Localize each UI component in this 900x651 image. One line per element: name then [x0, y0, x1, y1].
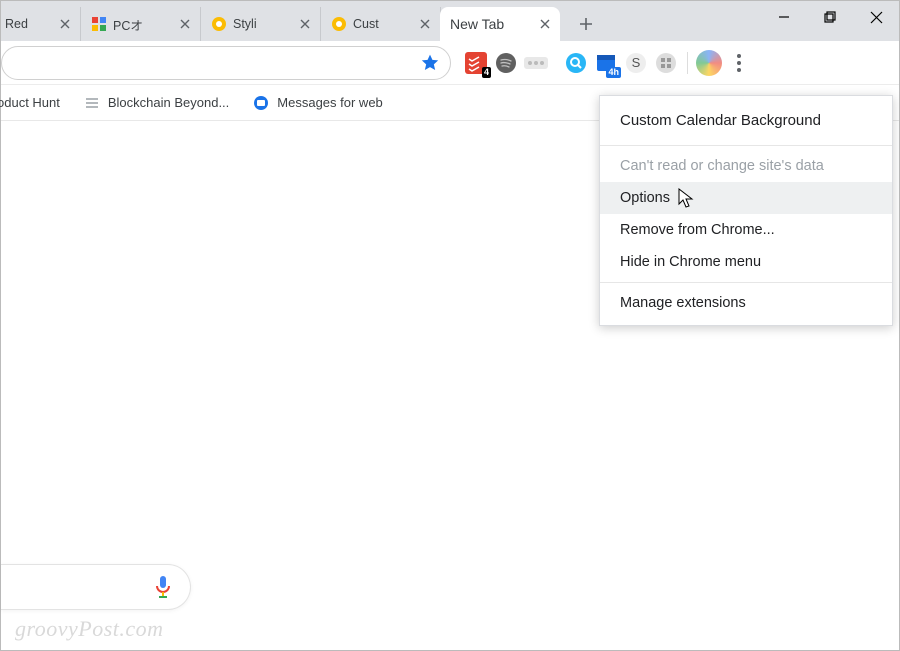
favicon-icon: [331, 16, 347, 32]
close-icon[interactable]: [538, 17, 552, 31]
menu-title: Custom Calendar Background: [600, 102, 892, 141]
menu-item-label: Options: [620, 190, 670, 206]
close-icon[interactable]: [418, 17, 432, 31]
extension-badge: 4: [482, 67, 491, 78]
menu-item-hide[interactable]: Hide in Chrome menu: [600, 246, 892, 278]
profile-avatar[interactable]: [696, 50, 722, 76]
menu-item-manage-extensions[interactable]: Manage extensions: [600, 287, 892, 319]
chrome-menu-button[interactable]: [726, 50, 752, 76]
watermark-text: groovyPost.com: [15, 616, 164, 642]
close-icon[interactable]: [298, 17, 312, 31]
extension-context-menu: Custom Calendar Background Can't read or…: [599, 95, 893, 326]
menu-item-label: Can't read or change site's data: [620, 158, 824, 174]
bookmark-blockchain[interactable]: Blockchain Beyond...: [84, 95, 229, 111]
address-bar[interactable]: [1, 46, 451, 80]
separator: [687, 52, 688, 74]
window-controls: [761, 1, 899, 41]
tab-1[interactable]: PCオ: [81, 7, 201, 41]
menu-separator: [600, 145, 892, 146]
bookmark-product-hunt[interactable]: oduct Hunt: [0, 95, 60, 110]
tab-label: Styli: [233, 17, 292, 31]
extension-calendar-icon[interactable]: 4h: [593, 50, 619, 76]
tab-label: Red: [5, 17, 52, 31]
tab-strip: Red PCオ Styli Cust New Tab: [1, 1, 899, 41]
toolbar: 4 4h S: [1, 41, 899, 85]
favicon-icon: [211, 16, 227, 32]
google-search-box[interactable]: [1, 564, 191, 610]
extension-todoist-icon[interactable]: 4: [463, 50, 489, 76]
maximize-button[interactable]: [807, 1, 853, 33]
close-icon[interactable]: [178, 17, 192, 31]
bookmark-messages[interactable]: Messages for web: [253, 95, 383, 111]
close-icon[interactable]: [58, 17, 72, 31]
menu-item-label: Manage extensions: [620, 295, 746, 311]
bookmark-label: Blockchain Beyond...: [108, 95, 229, 110]
menu-item-label: Remove from Chrome...: [620, 222, 775, 238]
tab-2[interactable]: Styli: [201, 7, 321, 41]
tab-3[interactable]: Cust: [321, 7, 441, 41]
menu-item-options[interactable]: Options: [600, 182, 892, 214]
minimize-button[interactable]: [761, 1, 807, 33]
extension-search-icon[interactable]: [563, 50, 589, 76]
svg-text:S: S: [632, 55, 641, 70]
favicon-icon: [91, 16, 107, 32]
cursor-icon: [678, 188, 694, 210]
close-window-button[interactable]: [853, 1, 899, 33]
favicon-icon: [84, 95, 100, 111]
bookmark-star-icon[interactable]: [420, 53, 440, 73]
favicon-icon: [253, 95, 269, 111]
bookmark-label: Messages for web: [277, 95, 383, 110]
extension-translate-icon[interactable]: [523, 50, 549, 76]
menu-item-remove[interactable]: Remove from Chrome...: [600, 214, 892, 246]
extension-skype-icon[interactable]: S: [623, 50, 649, 76]
tab-0[interactable]: Red: [1, 7, 81, 41]
bookmark-label: oduct Hunt: [0, 95, 60, 110]
tab-label: Cust: [353, 17, 412, 31]
tab-4[interactable]: New Tab: [440, 7, 560, 41]
menu-item-permissions: Can't read or change site's data: [600, 150, 892, 182]
tab-label: PCオ: [113, 15, 172, 34]
tab-label: New Tab: [450, 16, 532, 32]
extension-spotify-icon[interactable]: [493, 50, 519, 76]
new-tab-button[interactable]: [572, 10, 600, 38]
menu-separator: [600, 282, 892, 283]
extension-badge: 4h: [606, 67, 621, 78]
menu-item-label: Hide in Chrome menu: [620, 254, 761, 270]
extension-qr-icon[interactable]: [653, 50, 679, 76]
microphone-icon[interactable]: [154, 574, 172, 600]
